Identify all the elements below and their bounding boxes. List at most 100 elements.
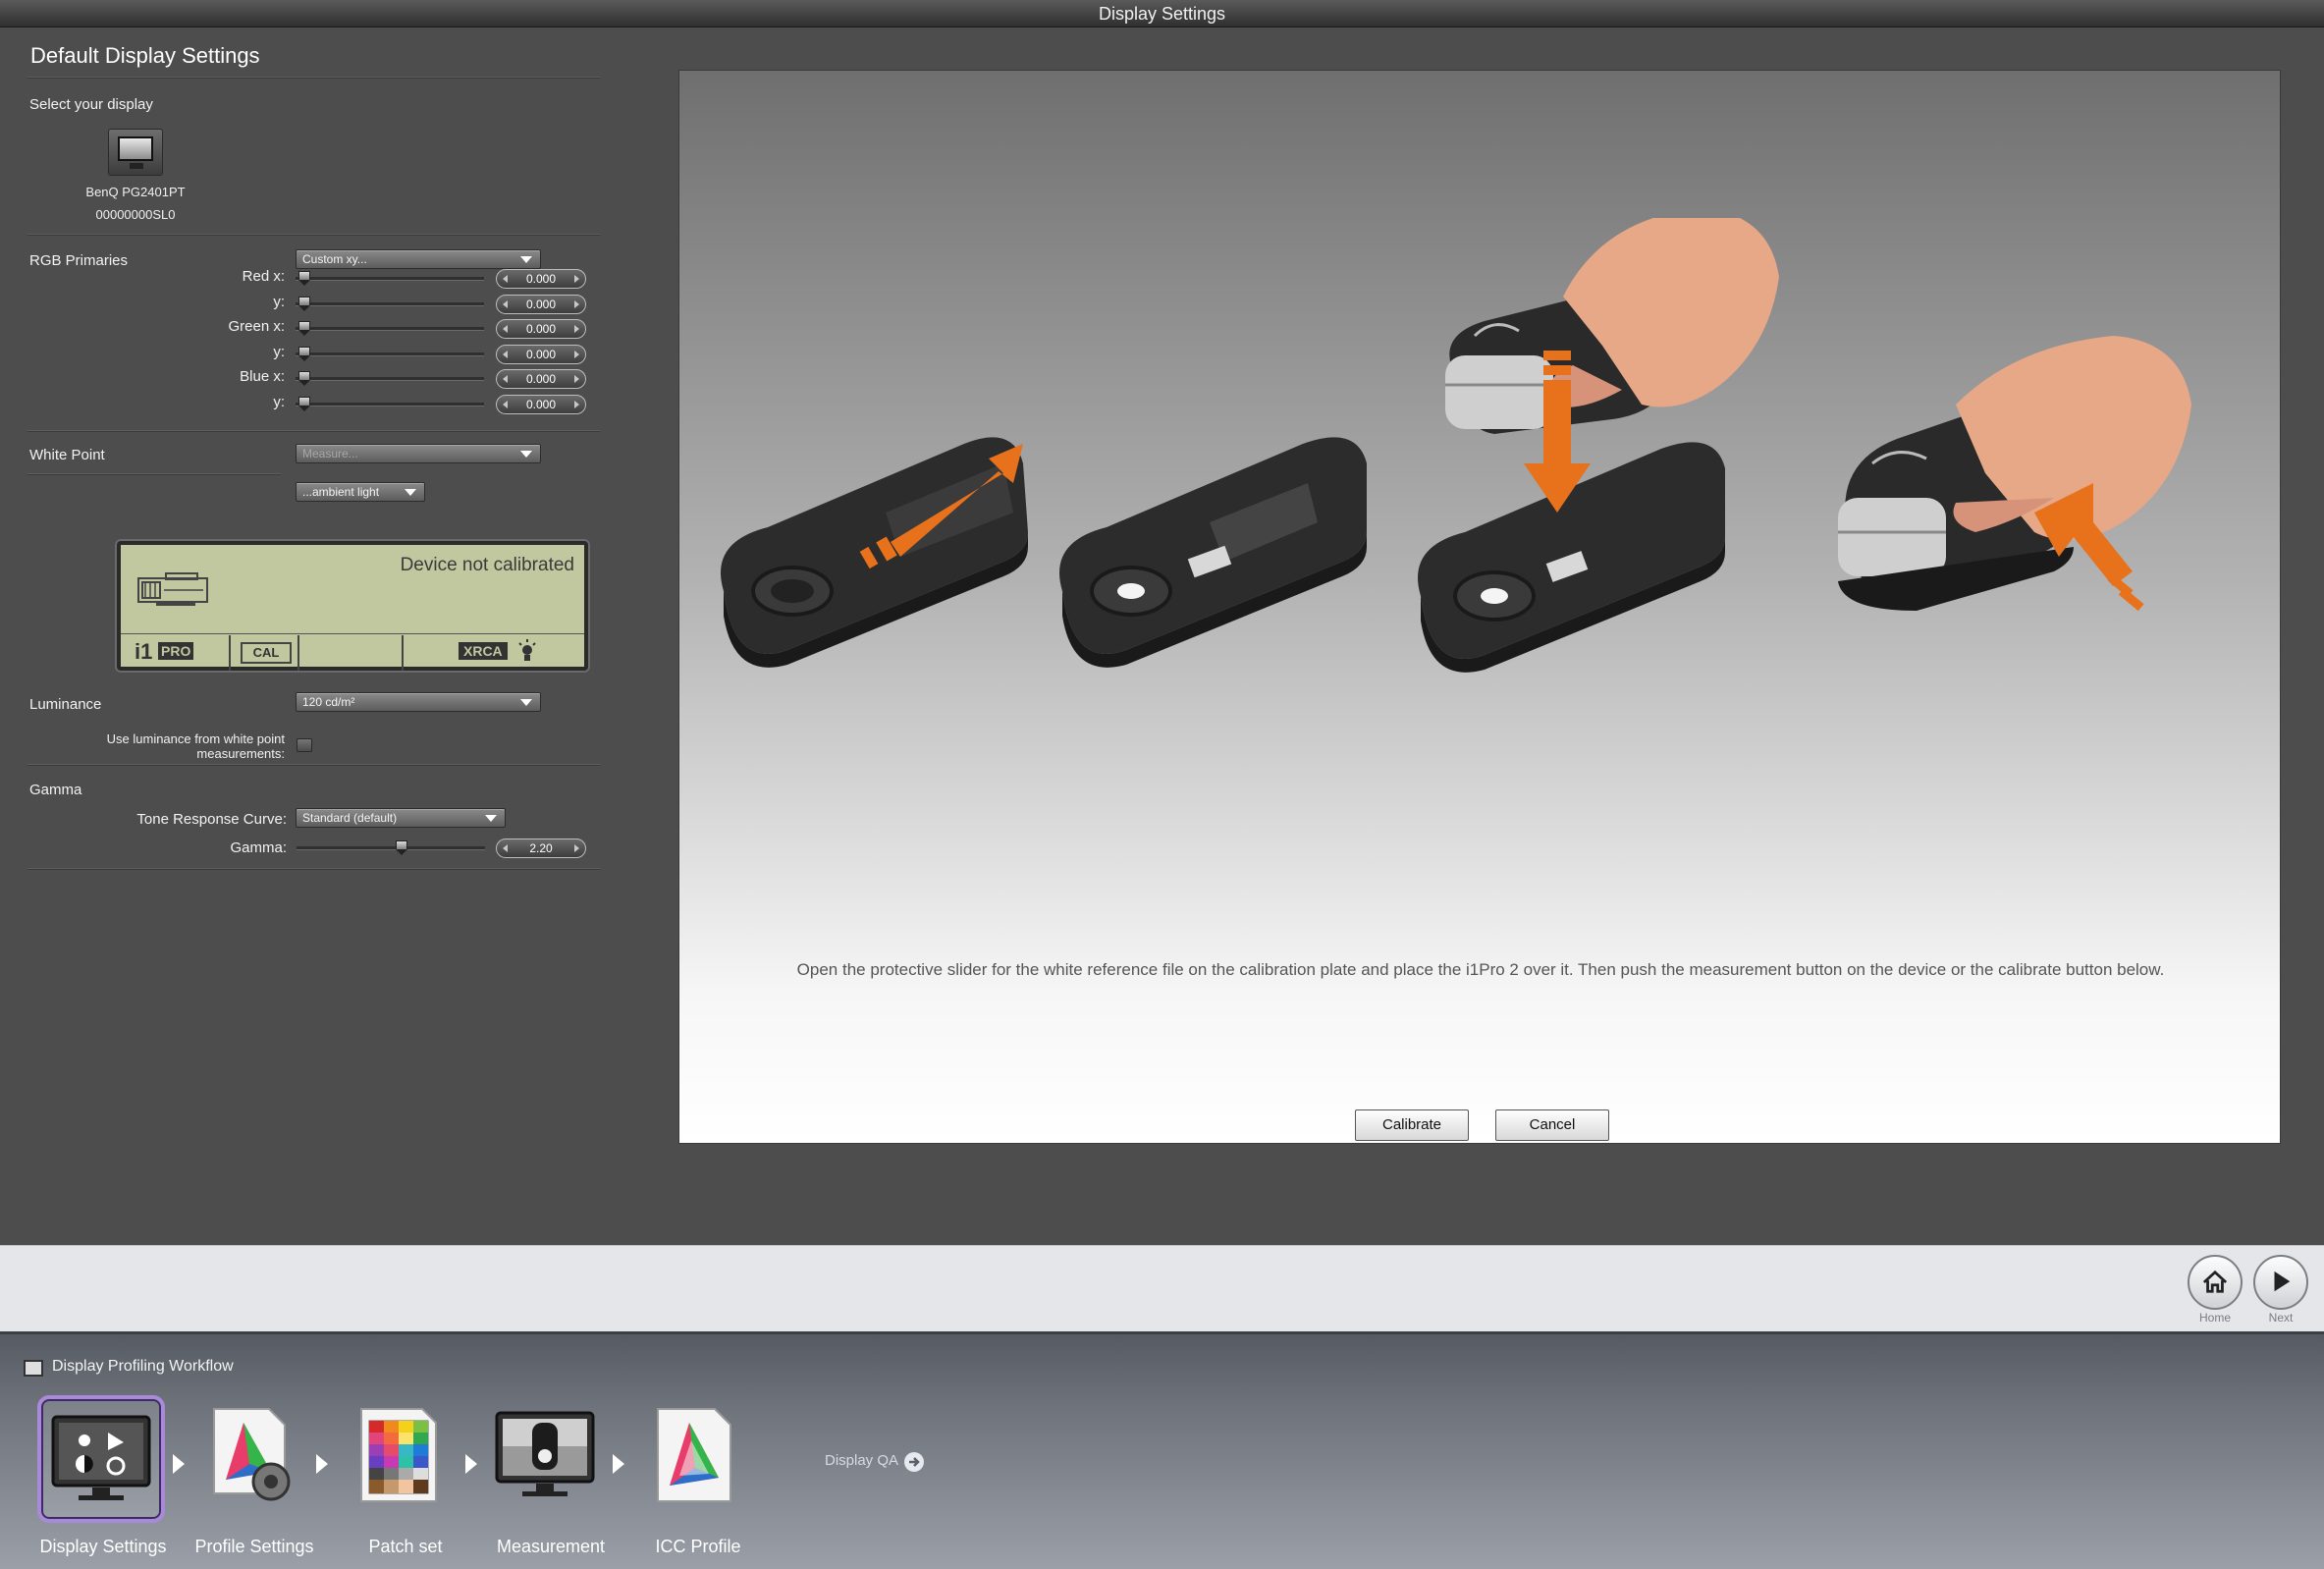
stepper-left-icon[interactable] <box>503 400 508 408</box>
panel-title: Default Display Settings <box>30 43 260 68</box>
patch-set-icon <box>360 1408 437 1502</box>
instruction-text: Open the protective slider for the white… <box>796 960 2165 979</box>
workflow-title: Display Profiling Workflow <box>52 1358 234 1375</box>
gamma-slider-thumb[interactable] <box>395 840 408 856</box>
rgb-slider[interactable] <box>296 301 484 306</box>
rgb-slider-thumb[interactable] <box>297 346 311 362</box>
step-arrow-icon <box>316 1454 328 1474</box>
chevron-down-icon <box>520 699 532 706</box>
use-luminance-checkbox[interactable] <box>297 738 312 752</box>
rgb-primaries-label: RGB Primaries <box>29 252 129 269</box>
rgb-value-stepper[interactable]: 0.000 <box>496 344 586 364</box>
luminance-dropdown[interactable]: 120 cd/m² <box>296 692 541 712</box>
rgb-slider[interactable] <box>296 402 484 406</box>
stepper-left-icon[interactable] <box>503 299 508 308</box>
calibrate-button[interactable]: Calibrate <box>1355 1109 1469 1141</box>
step-arrow-icon <box>613 1454 624 1474</box>
hand-image <box>1547 218 1779 407</box>
rgb-primaries-value: Custom xy... <box>302 252 367 266</box>
rgb-slider-thumb[interactable] <box>297 271 311 287</box>
rgb-value-stepper[interactable]: 0.000 <box>496 269 586 289</box>
profile-settings-icon <box>213 1408 291 1501</box>
rgb-slider[interactable] <box>296 352 484 356</box>
gamma-label: Gamma: <box>230 839 287 856</box>
step-arrow-icon <box>465 1454 477 1474</box>
stepper-right-icon[interactable] <box>574 350 579 358</box>
rgb-value-stepper[interactable]: 0.000 <box>496 394 586 414</box>
rgb-value-stepper[interactable]: 0.000 <box>496 294 586 314</box>
monitor-stand <box>130 163 143 169</box>
workflow-step-display-settings[interactable] <box>37 1395 165 1523</box>
rgb-value: 0.000 <box>525 272 557 286</box>
gamma-slider[interactable] <box>297 846 485 850</box>
rgb-row-label: y: <box>273 293 285 310</box>
rgb-row-label: y: <box>273 393 285 410</box>
stepper-right-icon[interactable] <box>574 400 579 408</box>
workflow-step-label: ICC Profile <box>655 1537 741 1556</box>
workflow-step-patch-set[interactable] <box>338 1395 465 1523</box>
window-title-bar: Display Settings <box>0 0 2324 27</box>
stepper-left-icon[interactable] <box>503 275 508 283</box>
white-point-label: White Point <box>29 447 105 463</box>
rgb-slider[interactable] <box>296 277 484 281</box>
stepper-right-icon[interactable] <box>574 325 579 333</box>
workflow-step-measurement[interactable] <box>485 1395 613 1523</box>
rgb-primaries-dropdown[interactable]: Custom xy... <box>296 249 541 269</box>
stepper-left-icon[interactable] <box>503 844 508 852</box>
chevron-down-icon <box>520 451 532 458</box>
stepper-left-icon[interactable] <box>503 350 508 358</box>
rgb-value: 0.000 <box>525 322 557 336</box>
arrow-right-circle-icon[interactable] <box>904 1452 924 1472</box>
stepper-left-icon[interactable] <box>503 325 508 333</box>
measurement-icon <box>495 1411 595 1496</box>
divider <box>27 868 600 870</box>
lcd-divider <box>121 633 584 634</box>
stepper-right-icon[interactable] <box>574 375 579 383</box>
display-name: BenQ PG2401PT <box>85 185 186 199</box>
rgb-slider-thumb[interactable] <box>297 296 311 312</box>
home-caption: Home <box>2198 1311 2231 1325</box>
divider <box>27 77 600 79</box>
rgb-slider-thumb[interactable] <box>297 396 311 412</box>
gamma-section-label: Gamma <box>29 782 82 798</box>
rgb-slider-thumb[interactable] <box>297 371 311 387</box>
rgb-slider[interactable] <box>296 377 484 381</box>
rgb-value: 0.000 <box>525 372 557 386</box>
play-icon <box>2274 1271 2291 1292</box>
trc-label: Tone Response Curve: <box>136 811 287 828</box>
stepper-left-icon[interactable] <box>503 375 508 383</box>
select-display-label: Select your display <box>29 96 153 113</box>
rgb-value-stepper[interactable]: 0.000 <box>496 369 586 389</box>
rgb-row-label: Green x: <box>228 318 285 335</box>
divider <box>27 430 600 432</box>
lcd-separator <box>402 635 404 671</box>
device-status-message: Device not calibrated <box>400 555 574 575</box>
window-title: Display Settings <box>1098 4 1226 24</box>
chevron-down-icon <box>405 489 416 496</box>
pro-badge: PRO <box>158 642 194 660</box>
workflow-step-label: Display Settings <box>39 1537 167 1556</box>
cancel-button[interactable]: Cancel <box>1495 1109 1609 1141</box>
stepper-right-icon[interactable] <box>574 275 579 283</box>
ambient-light-dropdown[interactable]: ...ambient light <box>296 482 425 502</box>
home-icon <box>2202 1270 2228 1293</box>
white-point-value: Measure... <box>302 447 358 460</box>
device-lcd: Device not calibrated i1 PRO CAL XRCA <box>117 541 588 671</box>
rgb-slider[interactable] <box>296 327 484 331</box>
next-button[interactable] <box>2253 1255 2308 1310</box>
divider <box>27 764 600 766</box>
calibration-plate-icon <box>721 437 1028 668</box>
trc-dropdown[interactable]: Standard (default) <box>296 808 506 828</box>
stepper-right-icon[interactable] <box>574 299 579 308</box>
workflow-step-profile-settings[interactable] <box>190 1395 318 1523</box>
stepper-right-icon[interactable] <box>574 844 579 852</box>
monitor-icon[interactable] <box>108 129 163 176</box>
home-button[interactable] <box>2188 1255 2243 1310</box>
display-qa-link[interactable]: Display QA <box>825 1452 898 1469</box>
rgb-slider-thumb[interactable] <box>297 321 311 337</box>
bulb-icon <box>518 639 536 661</box>
gamma-stepper[interactable]: 2.20 <box>496 839 586 858</box>
workflow-step-icc-profile[interactable] <box>634 1395 762 1523</box>
rgb-value-stepper[interactable]: 0.000 <box>496 319 586 339</box>
white-point-dropdown[interactable]: Measure... <box>296 444 541 463</box>
